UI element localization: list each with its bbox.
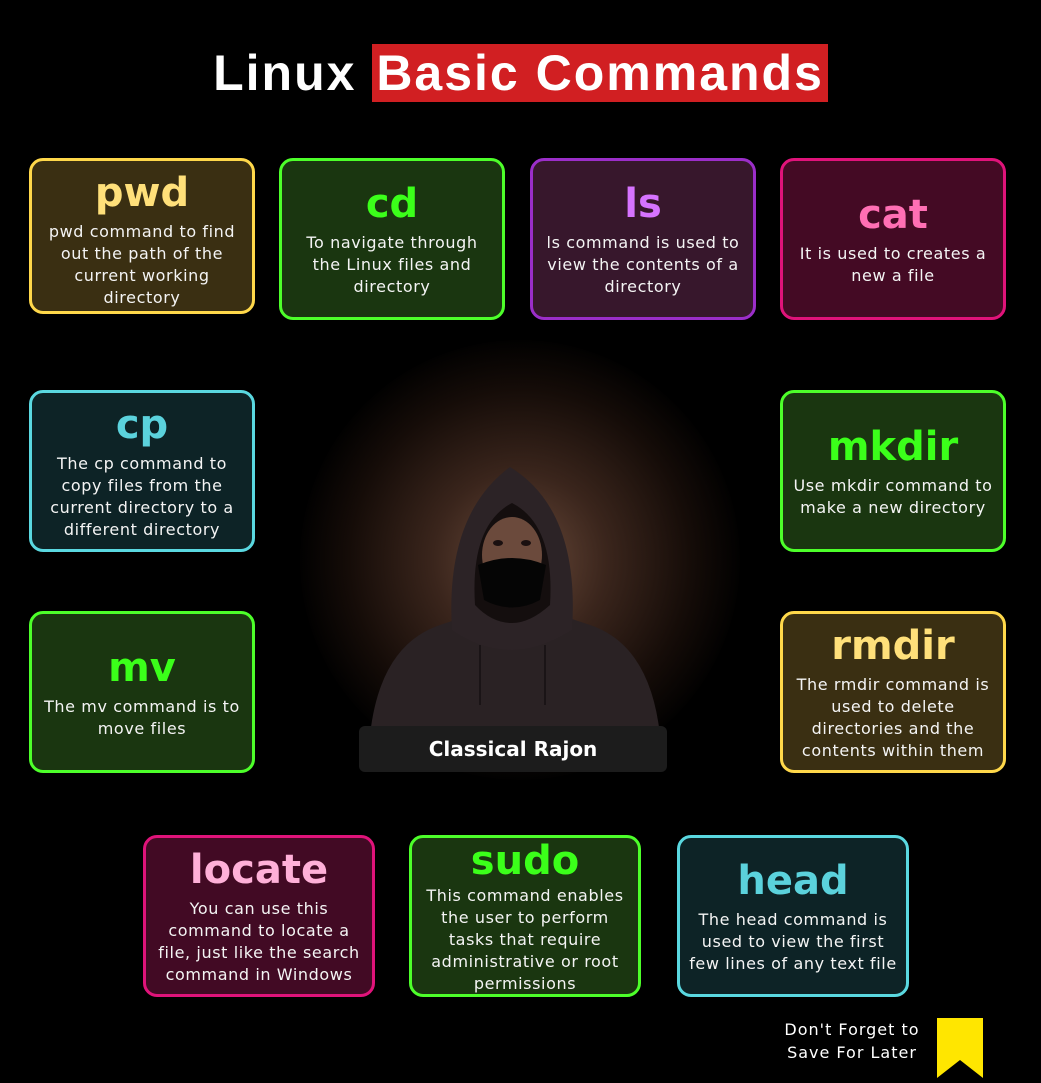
command-name: mv [108,645,176,691]
save-reminder-line2: Save For Later [787,1043,917,1062]
command-description: The cp command to copy files from the cu… [50,454,234,539]
author-caption: Classical Rajon [359,726,667,772]
command-description: You can use this command to locate a fil… [158,899,360,984]
command-name: mkdir [827,424,959,470]
command-name: cat [858,192,928,238]
card-cd: cd To navigate through the Linux files a… [279,158,505,320]
command-description: To navigate through the Linux files and … [306,233,478,296]
card-mv: mv The mv command is to move files [29,611,255,773]
hooded-person-photo [370,467,660,735]
page-title: Linux Basic Commands [0,44,1041,102]
card-pwd: pwd pwd command to find out the path of … [29,158,255,314]
command-description: ls command is used to view the contents … [546,233,740,296]
card-sudo: sudo This command enables the user to pe… [409,835,641,997]
command-name: head [737,858,849,904]
command-description: Use mkdir command to make a new director… [793,476,993,517]
command-description: This command enables the user to perform… [426,886,624,993]
save-reminder: Don't Forget to Save For Later [772,1018,932,1064]
card-cp: cp The cp command to copy files from the… [29,390,255,552]
card-cat: cat It is used to creates a new a file [780,158,1006,320]
card-rmdir: rmdir The rmdir command is used to delet… [780,611,1006,773]
title-highlight-basic-commands: Basic Commands [372,44,828,102]
save-reminder-line1: Don't Forget to [784,1020,920,1039]
command-description: The rmdir command is used to delete dire… [796,675,990,760]
bookmark-icon[interactable] [935,1018,985,1080]
command-name: ls [624,181,662,227]
command-name: cd [365,181,419,227]
card-locate: locate You can use this command to locat… [143,835,375,997]
command-name: pwd [94,170,190,216]
card-head: head The head command is used to view th… [677,835,909,997]
card-ls: ls ls command is used to view the conten… [530,158,756,320]
card-mkdir: mkdir Use mkdir command to make a new di… [780,390,1006,552]
title-part-linux: Linux [213,45,373,101]
command-name: sudo [470,838,580,884]
command-name: locate [189,847,329,893]
command-description: It is used to creates a new a file [799,244,987,285]
command-name: cp [115,402,169,448]
command-name: rmdir [831,623,955,669]
command-description: The mv command is to move files [44,697,240,738]
command-description: pwd command to find out the path of the … [48,222,236,307]
command-description: The head command is used to view the fir… [689,910,897,973]
